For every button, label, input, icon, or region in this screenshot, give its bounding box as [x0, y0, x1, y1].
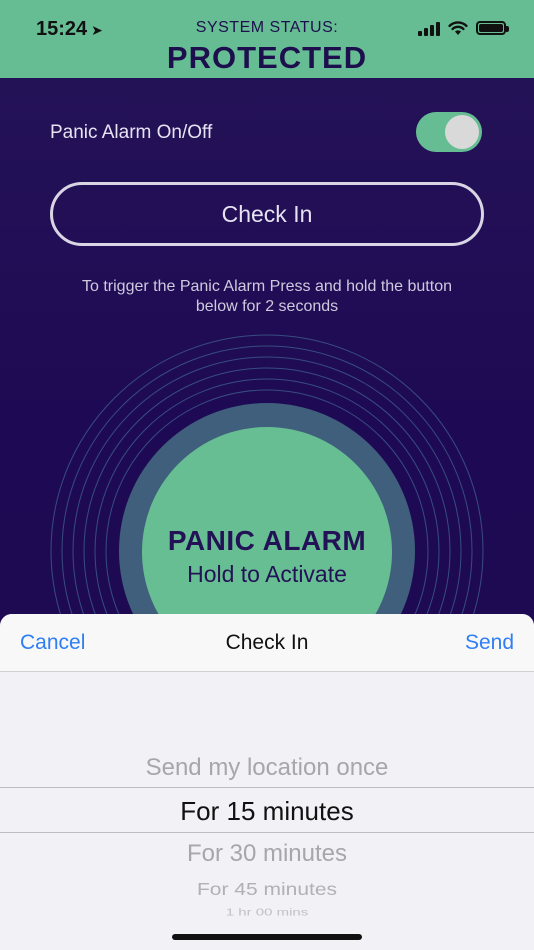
check-in-sheet: Cancel Check In Send Send my location on… — [0, 614, 534, 950]
wifi-icon — [448, 20, 468, 35]
home-indicator[interactable] — [172, 934, 362, 940]
system-status-value: PROTECTED — [166, 40, 368, 75]
panic-toggle-label: Panic Alarm On/Off — [50, 122, 213, 143]
picker-option[interactable]: For 30 minutes — [0, 840, 534, 868]
panic-alarm-toggle[interactable] — [416, 112, 482, 152]
picker-option[interactable]: Send my location once — [0, 754, 534, 782]
send-button[interactable]: Send — [465, 631, 514, 655]
picker-option-selected[interactable]: For 15 minutes — [0, 796, 534, 827]
panic-alarm-title: PANIC ALARM — [167, 525, 367, 556]
picker-option[interactable]: 1 hr 00 mins — [0, 907, 534, 919]
sheet-title: Check In — [225, 631, 309, 654]
panic-alarm-subtitle: Hold to Activate — [187, 561, 347, 587]
picker-option[interactable]: For 45 minutes — [0, 880, 534, 900]
system-status-header: 15:24 ➤ SYSTEM STATUS: PROTECTED — [0, 0, 534, 78]
cellular-signal-icon — [418, 20, 440, 36]
sheet-toolbar: Cancel Check In Send — [0, 614, 534, 672]
status-icons — [418, 20, 509, 36]
battery-icon — [476, 21, 509, 35]
toggle-knob — [445, 115, 479, 149]
duration-picker[interactable]: Send my location once For 15 minutes For… — [0, 672, 534, 950]
check-in-button[interactable]: Check In — [50, 182, 484, 246]
